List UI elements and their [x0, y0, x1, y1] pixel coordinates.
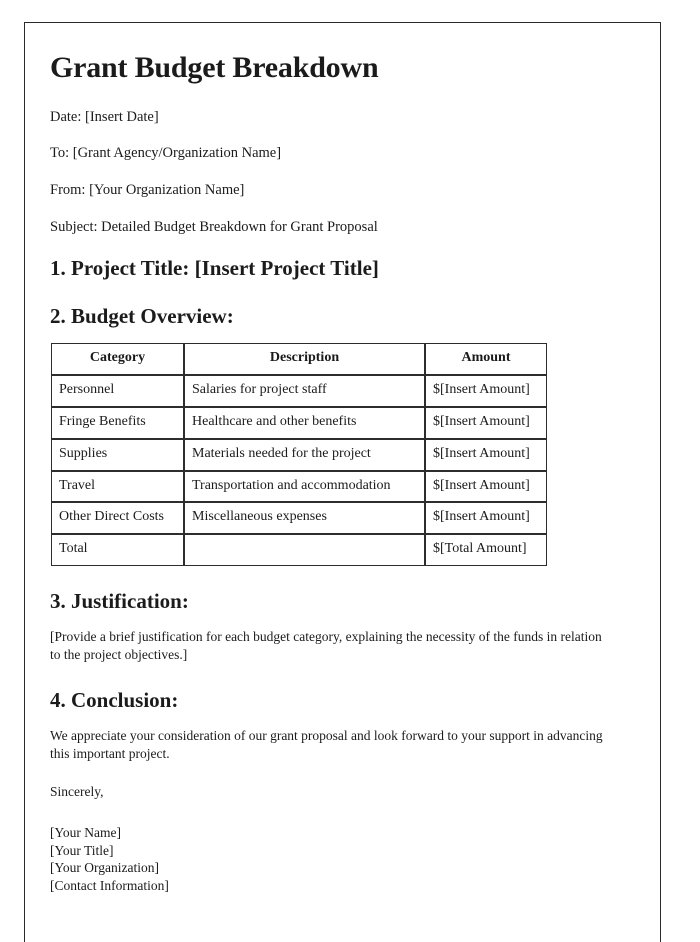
page-title: Grant Budget Breakdown: [50, 51, 379, 84]
table-row: Fringe Benefits Healthcare and other ben…: [51, 406, 547, 439]
table-header-amount: Amount: [425, 343, 547, 376]
cell-description: Miscellaneous expenses: [184, 502, 425, 535]
table-row: Personnel Salaries for project staff $[I…: [51, 375, 547, 407]
section-heading-budget-overview: 2. Budget Overview:: [50, 304, 234, 329]
table-header-category: Category: [51, 343, 184, 376]
section-heading-justification: 3. Justification:: [50, 588, 189, 613]
meta-line-subject: Subject: Detailed Budget Breakdown for G…: [50, 219, 378, 236]
cell-amount: $[Insert Amount]: [425, 375, 547, 407]
cell-description: Transportation and accommodation: [184, 470, 425, 503]
cell-category: Other Direct Costs: [51, 502, 184, 535]
table-row-total: Total $[Total Amount]: [51, 534, 547, 566]
table-row: Other Direct Costs Miscellaneous expense…: [51, 502, 547, 535]
cell-description: [184, 534, 425, 566]
cell-category: Travel: [51, 470, 184, 503]
budget-table: Category Description Amount Personnel Sa…: [51, 343, 547, 566]
cell-amount: $[Insert Amount]: [425, 406, 547, 439]
signature-line-contact: [Contact Information]: [50, 878, 169, 894]
cell-amount: $[Insert Amount]: [425, 438, 547, 471]
cell-category: Fringe Benefits: [51, 406, 184, 439]
signature-line-name: [Your Name]: [50, 824, 121, 840]
table-row: Supplies Materials needed for the projec…: [51, 438, 547, 471]
document-page: Grant Budget Breakdown Date: [Insert Dat…: [24, 22, 661, 942]
cell-category: Total: [51, 534, 184, 566]
conclusion-paragraph: We appreciate your consideration of our …: [50, 727, 603, 762]
cell-amount: $[Total Amount]: [425, 534, 547, 566]
cell-description: Materials needed for the project: [184, 438, 425, 471]
table-header-row: Category Description Amount: [51, 343, 547, 376]
section-heading-conclusion: 4. Conclusion:: [50, 687, 179, 712]
table-row: Travel Transportation and accommodation …: [51, 470, 547, 503]
signature-block: [Your Name] [Your Title] [Your Organizat…: [50, 824, 634, 896]
justification-paragraph: [Provide a brief justification for each …: [50, 629, 602, 663]
cell-description: Salaries for project staff: [184, 375, 425, 407]
cell-amount: $[Insert Amount]: [425, 502, 547, 535]
cell-amount: $[Insert Amount]: [425, 470, 547, 503]
table-header-description: Description: [184, 343, 425, 376]
meta-line-date: Date: [Insert Date]: [50, 108, 159, 125]
meta-line-from: From: [Your Organization Name]: [50, 182, 245, 199]
sign-off-line: Sincerely,: [50, 784, 104, 800]
cell-category: Supplies: [51, 438, 184, 471]
document-body: Grant Budget Breakdown Date: [Insert Dat…: [25, 23, 660, 895]
cell-description: Healthcare and other benefits: [184, 406, 425, 439]
meta-line-to: To: [Grant Agency/Organization Name]: [50, 145, 282, 162]
signature-line-title: [Your Title]: [50, 842, 114, 858]
section-heading-project-title: 1. Project Title: [Insert Project Title]: [50, 255, 379, 280]
cell-category: Personnel: [51, 375, 184, 407]
signature-line-organization: [Your Organization]: [50, 860, 159, 876]
